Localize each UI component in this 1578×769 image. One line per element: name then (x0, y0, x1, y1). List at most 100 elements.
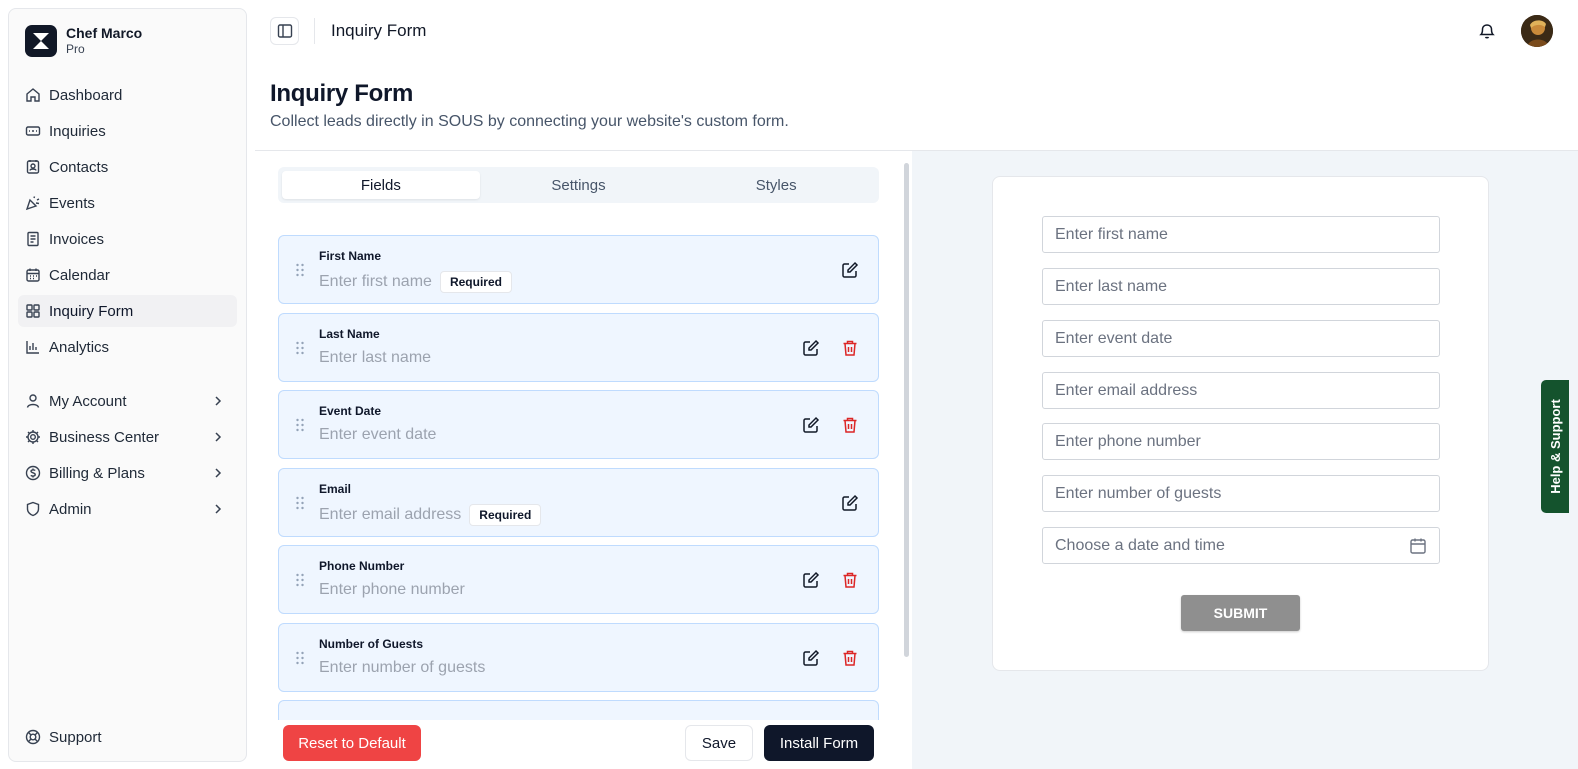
tab-fields[interactable]: Fields (282, 171, 480, 199)
drag-handle-icon[interactable] (295, 418, 305, 432)
calendar-icon[interactable] (1409, 537, 1427, 555)
sidebar-item-label: Inquiry Form (49, 302, 134, 320)
trash-icon[interactable] (841, 571, 859, 589)
form-preview-card: Enter first name Enter last name Enter e… (992, 176, 1489, 671)
drag-handle-icon[interactable] (295, 341, 305, 355)
field-card-phone-number[interactable]: Phone Number Enter phone number (278, 545, 879, 614)
drag-handle-icon[interactable] (295, 496, 305, 510)
preview-input-event-date[interactable]: Enter event date (1042, 320, 1440, 357)
edit-icon[interactable] (802, 416, 820, 434)
sidebar-item-analytics[interactable]: Analytics (18, 331, 237, 363)
panel-left-icon (277, 24, 292, 38)
page-title: Inquiry Form (270, 80, 414, 107)
account-nav: My Account Business Center Billing & Pla… (18, 385, 237, 529)
install-form-button[interactable]: Install Form (764, 725, 874, 761)
party-popper-icon (25, 196, 40, 211)
edit-icon[interactable] (841, 494, 859, 512)
chevron-right-icon (215, 432, 222, 442)
preview-input-phone[interactable]: Enter phone number (1042, 423, 1440, 460)
drag-handle-icon[interactable] (295, 263, 305, 277)
field-label: Phone Number (319, 559, 405, 573)
edit-icon[interactable] (802, 649, 820, 667)
trash-icon[interactable] (841, 649, 859, 667)
field-placeholder: Enter email address (319, 505, 462, 523)
help-support-tab[interactable]: Help & Support (1541, 380, 1569, 513)
settings-cog-icon (26, 430, 40, 444)
field-card-number-of-guests[interactable]: Number of Guests Enter number of guests (278, 622, 879, 692)
tab-settings[interactable]: Settings (480, 171, 678, 199)
reset-to-default-button[interactable]: Reset to Default (283, 725, 421, 761)
brand-plan: Pro (66, 42, 85, 56)
preview-input-guests[interactable]: Enter number of guests (1042, 475, 1440, 512)
field-card-email[interactable]: Email Enter email address Required (278, 467, 879, 537)
sidebar-item-label: Analytics (49, 338, 110, 356)
sidebar-item-events[interactable]: Events (18, 187, 237, 219)
editor-tabs: Fields Settings Styles (278, 167, 879, 203)
field-label: Email (319, 481, 352, 496)
trash-icon[interactable] (841, 416, 859, 434)
preview-input-date-time[interactable]: Choose a date and time (1042, 527, 1440, 564)
sidebar: Chef Marco Pro Dashboard Inquiries Conta… (8, 8, 247, 762)
sidebar-item-label: Business Center (49, 428, 160, 446)
field-card-first-name[interactable]: First Name Enter first name Required (278, 235, 879, 304)
field-placeholder: Enter event date (319, 426, 437, 443)
chevron-right-icon (215, 396, 222, 406)
edit-icon[interactable] (802, 571, 820, 589)
shield-icon (26, 501, 40, 517)
edit-icon[interactable] (802, 339, 820, 357)
breadcrumb: Inquiry Form (331, 21, 427, 40)
sidebar-item-admin[interactable]: Admin (18, 493, 237, 525)
sidebar-toggle-button[interactable] (270, 17, 299, 45)
sidebar-item-invoices[interactable]: Invoices (18, 223, 237, 255)
field-placeholder: Enter first name (319, 273, 432, 290)
preview-input-first-name[interactable]: Enter first name (1042, 216, 1440, 253)
form-blocks-icon (26, 304, 40, 318)
sidebar-item-label: Inquiries (49, 122, 106, 140)
sidebar-item-my-account[interactable]: My Account (18, 385, 237, 417)
inbox-icon (25, 126, 41, 136)
sidebar-item-label: Support (49, 728, 102, 746)
sidebar-item-inquiry-form[interactable]: Inquiry Form (18, 295, 237, 327)
preview-input-email[interactable]: Enter email address (1042, 372, 1440, 409)
brand-name: Chef Marco (66, 25, 143, 41)
home-icon (26, 88, 40, 102)
drag-handle-icon[interactable] (295, 573, 305, 587)
preview-input-last-name[interactable]: Enter last name (1042, 268, 1440, 305)
required-badge: Required (469, 503, 542, 526)
sidebar-item-label: Calendar (49, 266, 110, 284)
bell-icon[interactable] (1478, 22, 1496, 40)
preview-input-date-time-placeholder: Choose a date and time (1055, 536, 1225, 554)
lifebuoy-icon (25, 729, 41, 745)
sidebar-item-label: Billing & Plans (49, 464, 145, 482)
preview-submit-button[interactable]: SUBMIT (1181, 595, 1300, 631)
tab-styles[interactable]: Styles (677, 171, 875, 199)
edit-icon[interactable] (841, 261, 859, 279)
field-card-partial[interactable] (278, 700, 879, 720)
sidebar-item-calendar[interactable]: Calendar (18, 259, 237, 291)
sidebar-item-support[interactable]: Support (25, 725, 102, 749)
save-button[interactable]: Save (685, 725, 753, 761)
sidebar-item-label: Invoices (49, 230, 105, 248)
sidebar-item-dashboard[interactable]: Dashboard (18, 79, 237, 111)
bar-chart-icon (26, 341, 39, 354)
field-placeholder: Enter phone number (319, 581, 465, 598)
sidebar-item-billing-plans[interactable]: Billing & Plans (18, 457, 237, 489)
brand[interactable]: Chef Marco Pro (25, 25, 142, 57)
field-placeholder: Enter last name (319, 348, 432, 366)
avatar[interactable] (1521, 15, 1553, 47)
page-subtitle: Collect leads directly in SOUS by connec… (270, 113, 789, 130)
contact-book-icon (26, 160, 40, 174)
sidebar-item-label: Events (49, 194, 95, 212)
trash-icon[interactable] (841, 339, 859, 357)
chevron-right-icon (215, 468, 222, 478)
sidebar-item-business-center[interactable]: Business Center (18, 421, 237, 453)
field-card-last-name[interactable]: Last Name Enter last name (278, 312, 879, 382)
dollar-circle-icon (25, 465, 41, 481)
scrollbar-thumb[interactable] (904, 163, 909, 657)
chevron-right-icon (215, 504, 222, 514)
drag-handle-icon[interactable] (295, 651, 305, 665)
sidebar-item-contacts[interactable]: Contacts (18, 151, 237, 183)
field-card-event-date[interactable]: Event Date Enter event date (278, 390, 879, 459)
sidebar-item-inquiries[interactable]: Inquiries (18, 115, 237, 147)
brand-logo (25, 25, 57, 57)
